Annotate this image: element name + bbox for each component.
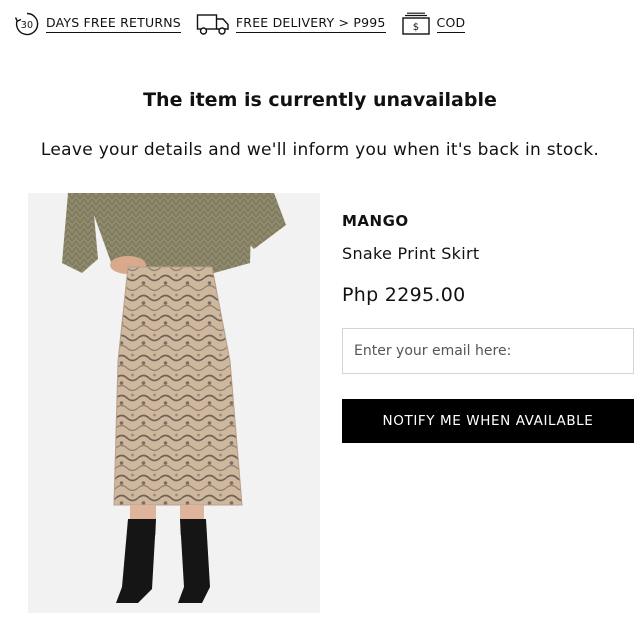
cod-perk[interactable]: $ COD (401, 12, 466, 36)
cash-icon: $ (401, 12, 431, 36)
product-name: Snake Print Skirt (342, 244, 480, 263)
unavailable-title: The item is currently unavailable (143, 89, 497, 111)
returns-days-number: 30 (21, 20, 34, 31)
delivery-label: FREE DELIVERY > P995 (235, 15, 386, 33)
returns-cycle-icon: 30 (14, 11, 40, 37)
delivery-truck-icon (196, 12, 230, 36)
product-image (28, 193, 320, 613)
cod-currency-symbol: $ (412, 22, 419, 33)
notify-me-button[interactable]: NOTIFY ME WHEN AVAILABLE (342, 399, 634, 443)
cod-label: COD (436, 15, 466, 33)
delivery-perk[interactable]: FREE DELIVERY > P995 (196, 12, 386, 36)
product-brand: MANGO (342, 212, 409, 230)
email-input[interactable] (342, 328, 634, 374)
product-price: Php 2295.00 (342, 284, 466, 306)
notify-instructions: Leave your details and we'll inform you … (40, 140, 600, 160)
returns-label: DAYS FREE RETURNS (46, 15, 181, 33)
returns-perk[interactable]: 30 DAYS FREE RETURNS (14, 11, 181, 37)
perks-bar: 30 DAYS FREE RETURNS FREE DELIVERY > P99… (14, 11, 466, 37)
product-photo-illustration (62, 193, 286, 603)
